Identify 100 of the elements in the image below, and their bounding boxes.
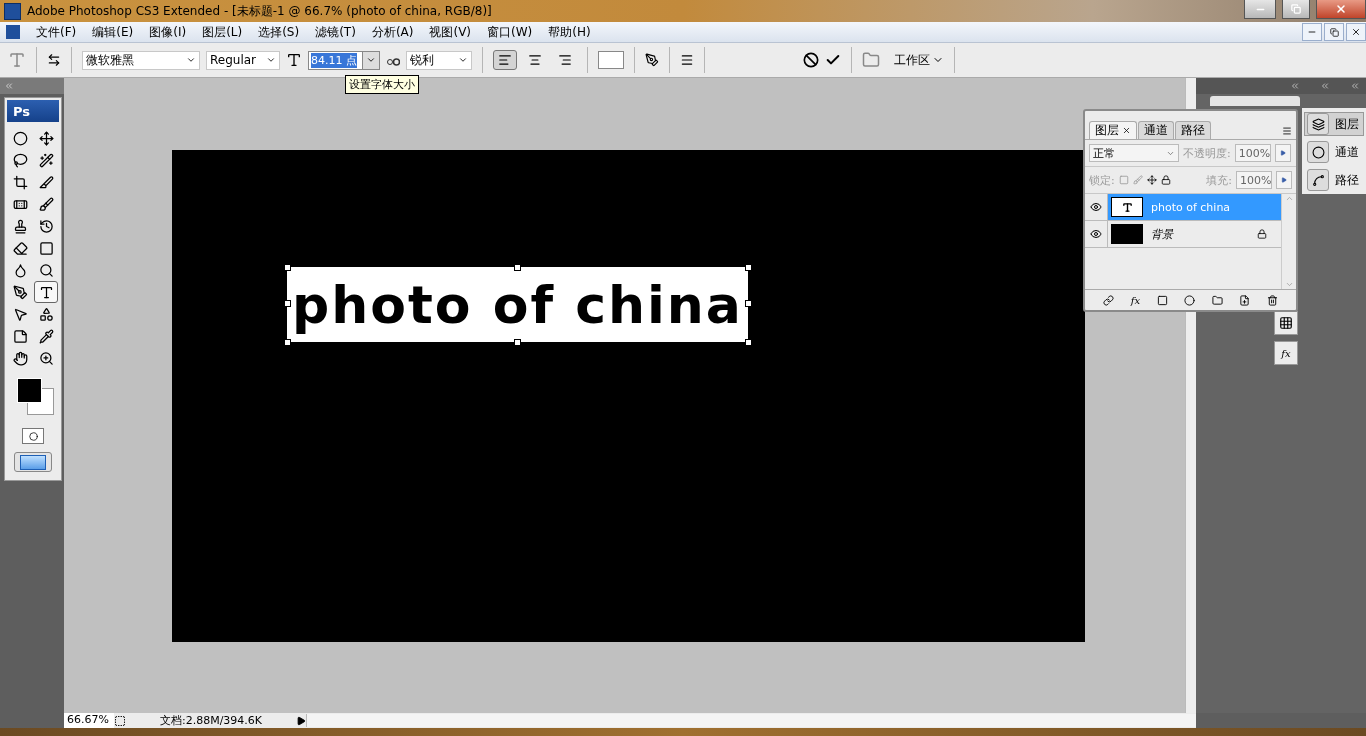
quick-mask-button[interactable] <box>22 428 44 444</box>
panel-tab[interactable]: 通道 <box>1138 121 1174 139</box>
history-brush-icon <box>38 218 54 234</box>
layer-thumbnail <box>1111 224 1143 244</box>
horizontal-scrollbar[interactable] <box>306 714 1196 727</box>
zoom-field[interactable]: 66.67% <box>64 713 114 728</box>
lock-icon[interactable] <box>1160 175 1171 185</box>
lock-move-icon[interactable] <box>1146 175 1157 185</box>
resize-handle[interactable] <box>745 264 752 271</box>
align-left-icon <box>498 53 512 67</box>
magic-wand-icon <box>38 152 54 168</box>
tooltip: 设置字体大小 <box>345 75 419 94</box>
menu-item[interactable]: 文件(F) <box>28 23 85 41</box>
app-logo-icon <box>4 2 21 20</box>
eye-icon[interactable] <box>1090 201 1102 213</box>
brush-icon <box>38 196 54 212</box>
resize-handle[interactable] <box>514 339 521 346</box>
caret-icon <box>186 55 196 65</box>
blend-mode-select[interactable]: 正常 <box>1089 144 1179 162</box>
type-icon <box>38 284 54 300</box>
restore-icon <box>1329 27 1339 37</box>
pen-icon <box>12 284 28 300</box>
resize-handle[interactable] <box>284 300 291 307</box>
resize-handle[interactable] <box>745 339 752 346</box>
document-icon <box>6 25 20 39</box>
layer-name: photo of china <box>1151 200 1232 214</box>
eye-icon[interactable] <box>1090 228 1102 240</box>
dropdown-button[interactable] <box>362 51 379 69</box>
resize-handle[interactable] <box>284 339 291 346</box>
menu-item[interactable]: 帮助(H) <box>540 23 599 41</box>
status-menu-arrow[interactable] <box>296 715 306 726</box>
resize-handle[interactable] <box>284 264 291 271</box>
hand-icon <box>12 350 28 366</box>
menu-item[interactable]: 编辑(E) <box>84 23 142 41</box>
fill-field[interactable]: 100% <box>1236 171 1272 189</box>
text-orientation-icon[interactable] <box>47 53 61 67</box>
menu-item[interactable]: 图层(L) <box>194 23 251 41</box>
dock-button[interactable]: 通道 <box>1304 140 1364 164</box>
fill-arrow-button[interactable] <box>1276 171 1292 189</box>
ellipse-marquee-icon <box>12 130 28 146</box>
layer-row[interactable]: 背景 <box>1085 221 1281 248</box>
zoom-icon <box>38 350 54 366</box>
layer-name: 背景 <box>1151 226 1175 242</box>
palettes-icon[interactable] <box>680 53 694 67</box>
antialias-select[interactable]: 锐利 <box>406 50 472 70</box>
font-family-select[interactable]: 微软雅黑 <box>82 50 200 70</box>
crop-icon <box>12 174 28 190</box>
text-color-swatch[interactable] <box>598 51 624 69</box>
font-style-select[interactable]: Regular <box>206 50 280 70</box>
align-right-icon <box>558 53 572 67</box>
menu-item[interactable]: 视图(V) <box>421 23 480 41</box>
document-info: 文档:2.88M/394.6K <box>158 713 264 728</box>
opacity-field[interactable]: 100% <box>1234 144 1271 162</box>
warp-text-icon[interactable] <box>645 53 659 67</box>
restore-button[interactable] <box>1282 0 1310 19</box>
menu-item[interactable]: 图像(I) <box>141 23 195 41</box>
curve-icon <box>1307 169 1329 191</box>
close-icon[interactable] <box>1122 126 1131 135</box>
mask-icon[interactable] <box>1156 294 1168 306</box>
arrow-icon <box>1279 150 1286 156</box>
close-icon <box>1351 27 1361 37</box>
panel-menu-icon[interactable] <box>1282 126 1292 136</box>
layers-icon <box>1307 113 1329 135</box>
folder-icon[interactable] <box>1211 294 1223 306</box>
status-icon[interactable] <box>114 714 126 727</box>
opacity-label: 不透明度: <box>1183 145 1231 161</box>
menu-item[interactable]: 窗口(W) <box>479 23 541 41</box>
panel-tab[interactable]: 路径 <box>1175 121 1211 139</box>
close-button[interactable] <box>1346 23 1366 41</box>
cancel-icon[interactable] <box>803 52 819 68</box>
workspace-button[interactable]: 工作区 <box>894 51 944 69</box>
dock-button[interactable]: 图层 <box>1304 112 1364 136</box>
close-button[interactable] <box>1316 0 1366 19</box>
gradient-icon <box>38 240 54 256</box>
fx-button[interactable]: fx <box>1274 341 1298 365</box>
menu-item[interactable]: 选择(S) <box>250 23 308 41</box>
adjustment-icon[interactable] <box>1184 294 1196 306</box>
window-title: Adobe Photoshop CS3 Extended - [未标题-1 @ 66.7% (photo of china, RGB/8)] <box>27 2 493 20</box>
grid-button[interactable] <box>1274 311 1298 335</box>
trash-icon[interactable] <box>1266 294 1278 306</box>
menu-item[interactable]: 分析(A) <box>363 23 422 41</box>
tool-button[interactable] <box>34 281 58 303</box>
stamp-icon <box>12 218 28 234</box>
dock-button[interactable]: 路径 <box>1304 168 1364 192</box>
link-icon[interactable] <box>1103 294 1115 306</box>
restore-button[interactable] <box>1324 23 1344 41</box>
resize-handle[interactable] <box>745 300 752 307</box>
align-left-button[interactable] <box>493 50 517 70</box>
ps-logo: Ps <box>7 100 59 122</box>
menu-item[interactable]: 滤镜(T) <box>307 23 364 41</box>
font-size-icon <box>286 52 302 68</box>
align-center-icon <box>528 53 542 67</box>
minimize-button[interactable] <box>1244 0 1276 19</box>
resize-handle[interactable] <box>514 264 521 271</box>
font-size-field[interactable]: 84.11 点 <box>308 50 380 70</box>
panel-tab[interactable]: 图层 <box>1089 121 1137 139</box>
opacity-arrow-button[interactable] <box>1274 144 1291 162</box>
new-layer-icon[interactable] <box>1239 294 1251 306</box>
fx-button[interactable]: fx <box>1130 294 1141 306</box>
screen-mode-button[interactable] <box>14 452 52 472</box>
